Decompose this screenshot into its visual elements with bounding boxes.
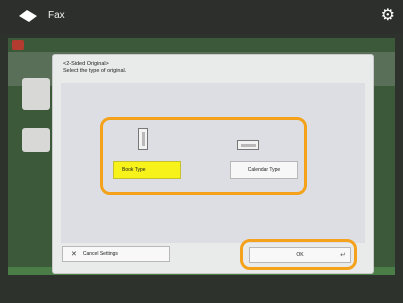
- ok-label: OK: [296, 252, 304, 258]
- book-type-button[interactable]: Book Type: [113, 161, 181, 179]
- fax-icon: [19, 10, 37, 22]
- dialog-header: <2-Sided Original> Select the type of or…: [63, 61, 126, 75]
- background-badge: [12, 40, 24, 50]
- top-bar: Fax ⚙: [0, 0, 403, 34]
- calendar-type-icon: [237, 140, 259, 150]
- calendar-type-button[interactable]: Calendar Type: [230, 161, 298, 179]
- ok-button[interactable]: OK ↵: [249, 247, 351, 263]
- calendar-type-label: Calendar Type: [247, 167, 281, 173]
- type-selection-highlight: [100, 117, 307, 195]
- app-title: Fax: [48, 10, 65, 21]
- close-icon: ✕: [71, 251, 77, 258]
- cancel-settings-button[interactable]: ✕ Cancel Settings: [62, 246, 170, 262]
- book-type-icon: [138, 128, 148, 150]
- dialog-subtitle: Select the type of original.: [63, 68, 127, 74]
- book-type-label: Book Type: [122, 167, 146, 173]
- background-button-2: [22, 128, 50, 152]
- dialog-title: <2-Sided Original>: [63, 61, 109, 67]
- background-button-1: [22, 78, 50, 110]
- enter-icon: ↵: [340, 252, 346, 259]
- gear-icon[interactable]: ⚙: [381, 5, 395, 25]
- cancel-settings-label: Cancel Settings: [82, 251, 118, 257]
